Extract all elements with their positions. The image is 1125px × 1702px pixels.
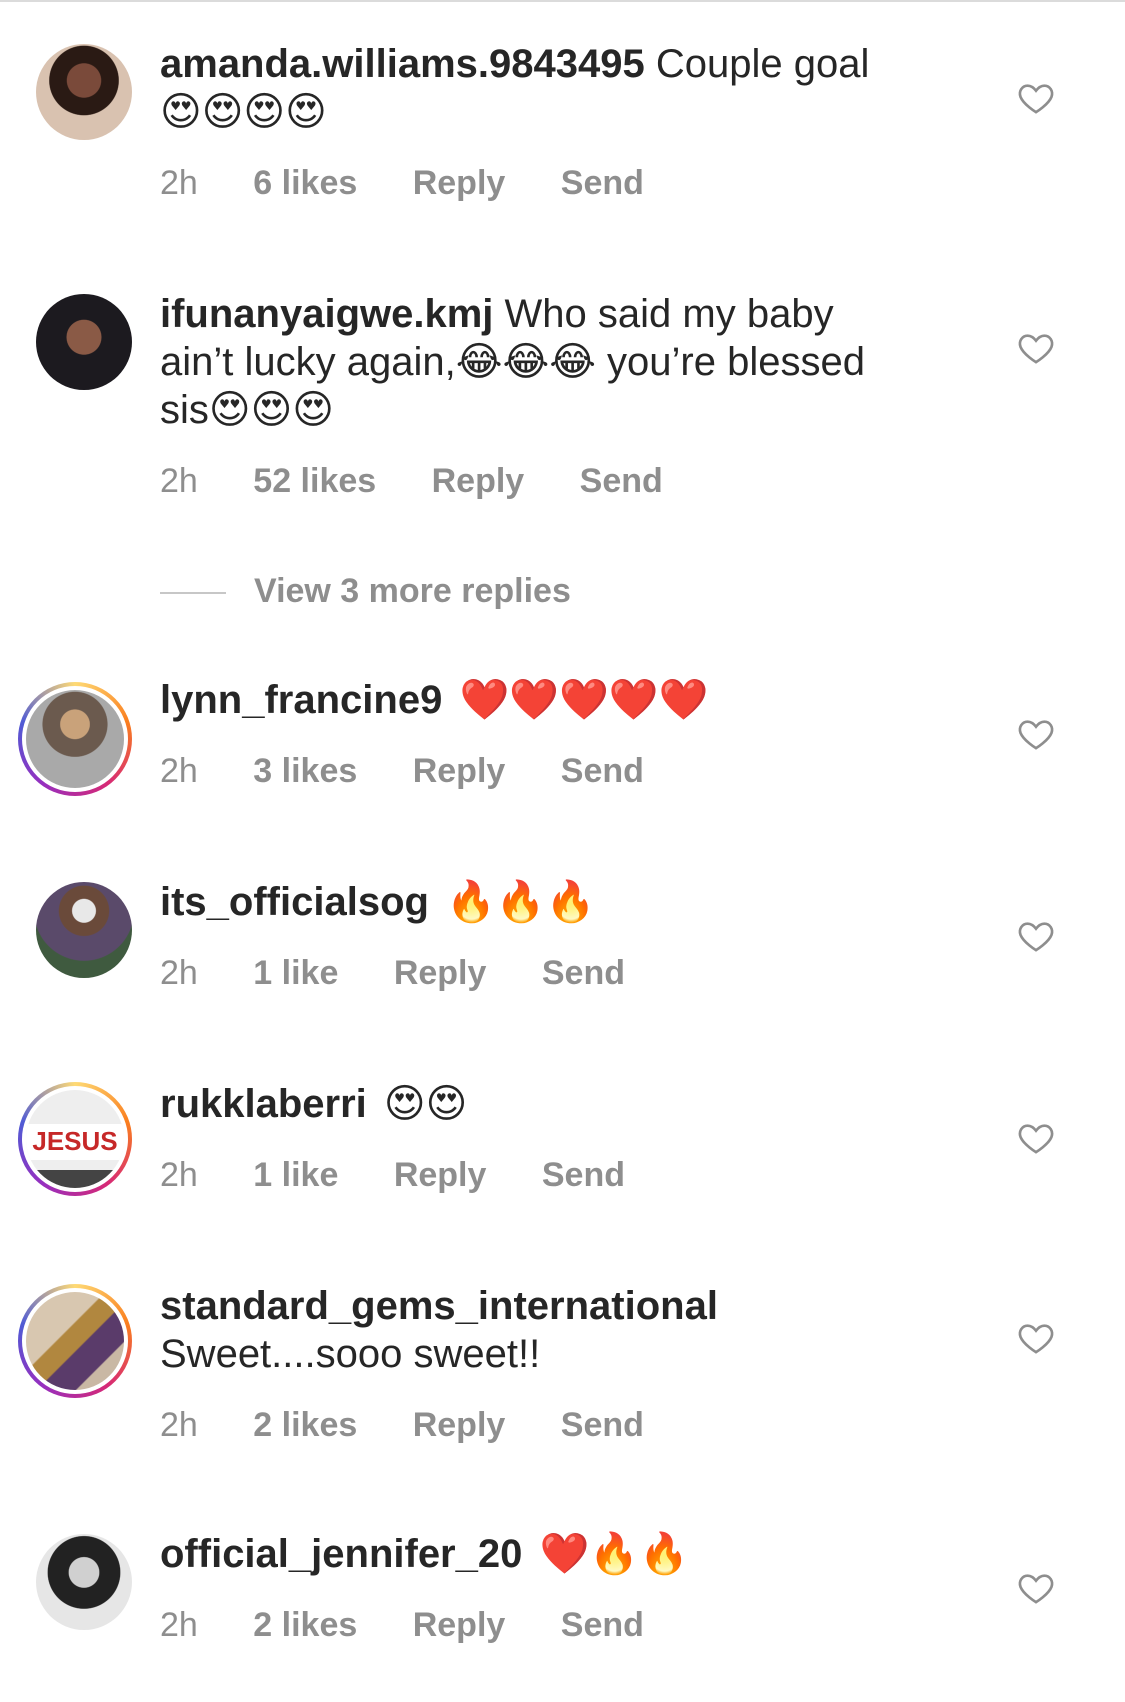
- comment-time: 2h: [160, 1406, 198, 1444]
- send-button[interactable]: Send: [561, 1406, 644, 1444]
- avatar[interactable]: [36, 294, 132, 390]
- avatar[interactable]: [36, 44, 132, 140]
- comment-likes[interactable]: 2 likes: [253, 1606, 357, 1644]
- comment-emojis: 😍😍: [383, 1081, 468, 1127]
- avatar[interactable]: [18, 682, 132, 796]
- view-more-divider: [160, 592, 226, 595]
- heart-outline-icon[interactable]: [1016, 328, 1056, 368]
- comment-likes[interactable]: 52 likes: [253, 462, 376, 500]
- comment-username[interactable]: lynn_francine9: [160, 678, 442, 722]
- comment-time: 2h: [160, 954, 198, 992]
- comment-time: 2h: [160, 1156, 198, 1194]
- comment-emojis: 🔥🔥🔥: [446, 879, 596, 925]
- heart-outline-icon[interactable]: [1016, 78, 1056, 118]
- comment-emojis: ❤️❤️❤️❤️❤️: [459, 677, 709, 723]
- heart-outline-icon[interactable]: [1016, 1118, 1056, 1158]
- comment-time: 2h: [160, 1606, 198, 1644]
- send-button[interactable]: Send: [542, 1156, 625, 1194]
- avatar[interactable]: [36, 882, 132, 978]
- send-button[interactable]: Send: [561, 164, 644, 202]
- comment-emojis: ❤️🔥🔥: [539, 1531, 689, 1577]
- reply-button[interactable]: Reply: [413, 1606, 506, 1644]
- comment-likes[interactable]: 2 likes: [253, 1406, 357, 1444]
- reply-button[interactable]: Reply: [394, 1156, 487, 1194]
- comment-time: 2h: [160, 752, 198, 790]
- reply-button[interactable]: Reply: [413, 1406, 506, 1444]
- avatar[interactable]: [18, 1284, 132, 1398]
- avatar-label: JESUS: [32, 1126, 118, 1156]
- comment-username[interactable]: its_officialsog: [160, 880, 429, 924]
- view-more-replies-button[interactable]: View 3 more replies: [160, 572, 571, 611]
- heart-outline-icon[interactable]: [1016, 1318, 1056, 1358]
- comment-text: Couple goal: [655, 42, 870, 86]
- comment-time: 2h: [160, 462, 198, 500]
- top-divider: [0, 0, 1125, 2]
- reply-button[interactable]: Reply: [432, 462, 525, 500]
- send-button[interactable]: Send: [561, 1606, 644, 1644]
- avatar[interactable]: [36, 1534, 132, 1630]
- heart-outline-icon[interactable]: [1016, 714, 1056, 754]
- send-button[interactable]: Send: [561, 752, 644, 790]
- comment-username[interactable]: ifunanyaigwe.kmj: [160, 292, 493, 336]
- send-button[interactable]: Send: [542, 954, 625, 992]
- avatar[interactable]: JESUS: [18, 1082, 132, 1196]
- reply-button[interactable]: Reply: [394, 954, 487, 992]
- comment-time: 2h: [160, 164, 198, 202]
- comment-username[interactable]: standard_gems_international: [160, 1284, 718, 1328]
- comment-text: Sweet....sooo sweet!!: [160, 1332, 541, 1376]
- comment-emojis: 😍😍😍😍: [160, 89, 327, 135]
- heart-outline-icon[interactable]: [1016, 1568, 1056, 1608]
- comment-username[interactable]: rukklaberri: [160, 1082, 367, 1126]
- send-button[interactable]: Send: [580, 462, 663, 500]
- comment-likes[interactable]: 3 likes: [253, 752, 357, 790]
- comment-likes[interactable]: 6 likes: [253, 164, 357, 202]
- comment-username[interactable]: official_jennifer_20: [160, 1532, 522, 1576]
- heart-outline-icon[interactable]: [1016, 916, 1056, 956]
- reply-button[interactable]: Reply: [413, 164, 506, 202]
- comment-username[interactable]: amanda.williams.9843495: [160, 42, 645, 86]
- reply-button[interactable]: Reply: [413, 752, 506, 790]
- comment-likes[interactable]: 1 like: [253, 1156, 338, 1194]
- comment-likes[interactable]: 1 like: [253, 954, 338, 992]
